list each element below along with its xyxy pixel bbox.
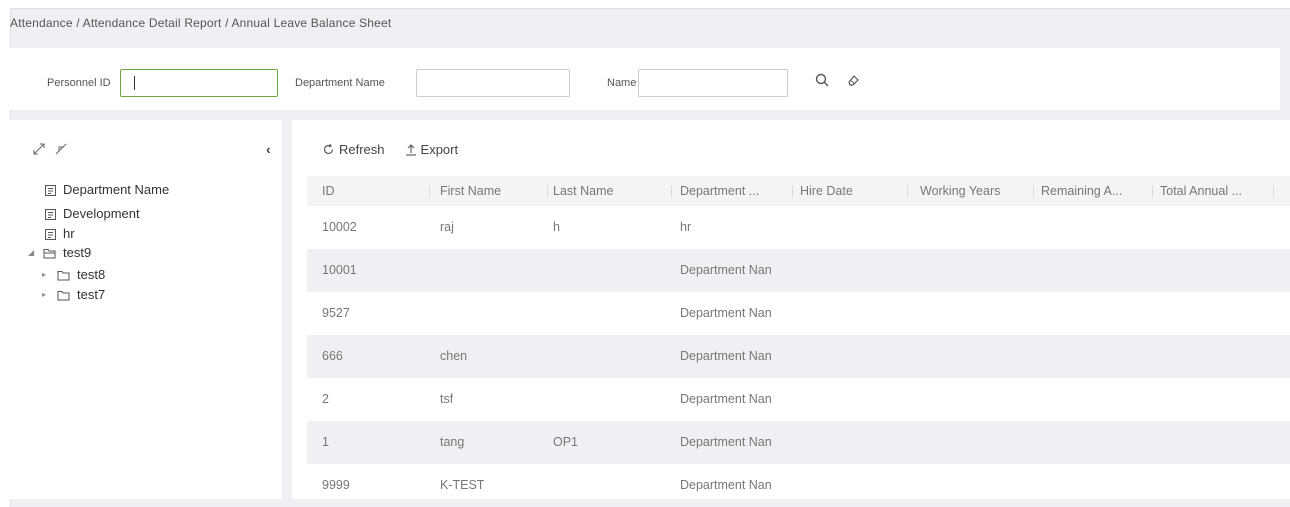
- personnel-id-label: Personnel ID: [47, 77, 111, 89]
- column-divider[interactable]: [907, 185, 908, 198]
- table-row[interactable]: 1 tang OP1 Department Nan: [307, 421, 1290, 464]
- tree-item-label: test8: [77, 267, 106, 282]
- cell-id: 10001: [322, 263, 357, 277]
- column-divider[interactable]: [1033, 185, 1034, 198]
- leave-balance-table: ID First Name Last Name Department ... H…: [307, 176, 1290, 507]
- breadcrumb: Attendance / Attendance Detail Report / …: [10, 16, 392, 30]
- text-cursor: [134, 76, 135, 90]
- cell-first-name: tsf: [440, 392, 454, 406]
- table-row[interactable]: 666 chen Department Nan: [307, 335, 1290, 378]
- department-icon: [42, 182, 58, 198]
- department-name-input[interactable]: [416, 69, 570, 97]
- clear-button[interactable]: [842, 68, 866, 92]
- column-header-last-name[interactable]: Last Name: [553, 176, 658, 206]
- tree-item-label: hr: [63, 226, 75, 241]
- collapsed-arrow-icon[interactable]: ▸: [42, 287, 52, 303]
- column-header-first-name[interactable]: First Name: [440, 176, 540, 206]
- column-divider[interactable]: [1152, 185, 1153, 198]
- grid-panel: Refresh Export ID First Name Last Name D…: [292, 120, 1290, 499]
- eraser-icon: [848, 75, 859, 86]
- refresh-icon: [323, 143, 334, 155]
- column-divider[interactable]: [792, 185, 793, 198]
- tree-item-hr[interactable]: hr: [42, 226, 75, 242]
- personnel-id-input[interactable]: [120, 69, 278, 97]
- export-icon: [405, 144, 416, 156]
- cell-first-name: chen: [440, 349, 468, 363]
- column-divider[interactable]: [671, 185, 672, 198]
- name-label: Name: [607, 77, 637, 89]
- department-tree-panel: ‹ Department Name Development hr ◢ test9…: [10, 120, 282, 499]
- tree-item-label: test9: [63, 245, 92, 260]
- tree-item-label: Department Name: [63, 182, 170, 197]
- column-divider[interactable]: [1273, 185, 1274, 198]
- tree-item-development[interactable]: Development: [42, 206, 140, 222]
- cell-first-name: raj: [440, 220, 454, 234]
- folder-open-icon: [42, 245, 58, 261]
- tree-item-label: Development: [63, 206, 140, 221]
- cell-last-name: h: [553, 220, 560, 234]
- cell-id: 9999: [322, 478, 350, 492]
- column-header-working-years[interactable]: Working Years: [920, 176, 1030, 206]
- cell-first-name: K-TEST: [440, 478, 485, 492]
- column-header-hire-date[interactable]: Hire Date: [800, 176, 900, 206]
- department-icon: [42, 226, 58, 242]
- column-header-total-annual[interactable]: Total Annual ...: [1160, 176, 1268, 206]
- column-header-id[interactable]: ID: [322, 176, 402, 206]
- cell-last-name: OP1: [553, 435, 579, 449]
- table-row[interactable]: 9999 K-TEST Department Nan: [307, 464, 1290, 507]
- column-header-remaining-annual[interactable]: Remaining A...: [1041, 176, 1149, 206]
- table-row[interactable]: 9527 Department Nan: [307, 292, 1290, 335]
- cell-department: Department Nan: [680, 306, 772, 320]
- export-button[interactable]: Export: [405, 142, 459, 157]
- collapsed-arrow-icon[interactable]: ▸: [42, 267, 52, 283]
- export-label: Export: [420, 142, 459, 157]
- expanded-arrow-icon[interactable]: ◢: [28, 245, 38, 261]
- cell-first-name: tang: [440, 435, 465, 449]
- table-header: ID First Name Last Name Department ... H…: [307, 176, 1290, 206]
- tree-item-test9[interactable]: ◢ test9: [28, 245, 91, 261]
- cell-id: 2: [322, 392, 329, 406]
- cell-department: Department Nan: [680, 349, 772, 363]
- cell-department: Department Nan: [680, 392, 772, 406]
- search-button[interactable]: [810, 68, 834, 92]
- folder-icon: [56, 287, 72, 303]
- cell-id: 666: [322, 349, 343, 363]
- table-row[interactable]: 2 tsf Department Nan: [307, 378, 1290, 421]
- cell-id: 9527: [322, 306, 350, 320]
- tree-item-department-name[interactable]: Department Name: [42, 182, 169, 198]
- tree-item-test7[interactable]: ▸ test7: [42, 287, 105, 303]
- table-row[interactable]: 10001 Department Nan: [307, 249, 1290, 292]
- table-row[interactable]: 10002 raj h hr: [307, 206, 1290, 249]
- search-bar: Personnel ID Department Name Name: [10, 48, 1280, 110]
- tree-tools: [32, 140, 68, 158]
- refresh-button[interactable]: Refresh: [322, 142, 385, 157]
- grid-toolbar: Refresh Export: [322, 142, 458, 157]
- department-icon: [42, 206, 58, 222]
- tree-item-test8[interactable]: ▸ test8: [42, 267, 105, 283]
- folder-icon: [56, 267, 72, 283]
- cell-department: Department Nan: [680, 435, 772, 449]
- cell-department: Department Nan: [680, 478, 772, 492]
- expand-all-icon[interactable]: [32, 142, 46, 156]
- tree-item-label: test7: [77, 287, 106, 302]
- column-divider[interactable]: [429, 185, 430, 198]
- name-input[interactable]: [638, 69, 788, 97]
- cell-id: 1: [322, 435, 329, 449]
- cell-id: 10002: [322, 220, 357, 234]
- department-name-label: Department Name: [295, 77, 385, 89]
- collapse-all-icon[interactable]: [54, 142, 68, 156]
- search-icon: [815, 73, 829, 87]
- refresh-label: Refresh: [339, 142, 385, 157]
- cell-department: Department Nan: [680, 263, 772, 277]
- column-header-department[interactable]: Department ...: [680, 176, 788, 206]
- column-divider[interactable]: [547, 185, 548, 198]
- cell-department: hr: [680, 220, 692, 234]
- collapse-panel-button[interactable]: ‹: [266, 142, 271, 156]
